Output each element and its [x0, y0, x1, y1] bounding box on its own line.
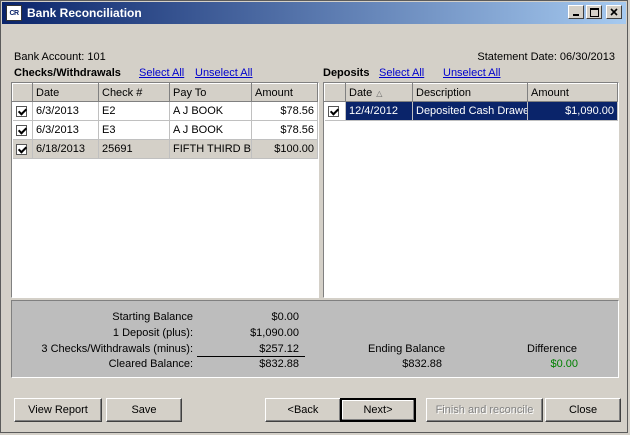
check-date: 6/3/2013	[32, 101, 99, 121]
deposits-col-description[interactable]: Description	[412, 83, 528, 102]
checkbox-checked-icon[interactable]	[327, 105, 339, 117]
cleared-balance-label: Cleared Balance:	[108, 358, 193, 370]
check-number: E2	[98, 101, 170, 121]
table-row[interactable]: 6/3/2013 E3 A J BOOK $78.56	[12, 120, 318, 140]
row-checkbox-cell[interactable]	[12, 120, 33, 140]
check-pay-to: A J BOOK	[169, 101, 252, 121]
deposits-col-amount[interactable]: Amount	[527, 83, 618, 102]
deposits-header-row: Date △ Description Amount	[324, 83, 618, 102]
maximize-icon[interactable]	[586, 5, 602, 19]
finish-and-reconcile-button: Finish and reconcile	[426, 398, 543, 422]
deposit-count-label: 1 Deposit (plus):	[112, 327, 193, 339]
deposit-total-value: $1,090.00	[250, 327, 299, 339]
deposits-grid[interactable]: Date △ Description Amount 12/4/2012 Depos…	[323, 82, 619, 298]
checks-section-title: Checks/Withdrawals	[14, 67, 121, 79]
view-report-button[interactable]: View Report	[14, 398, 102, 422]
deposits-col-select	[324, 83, 346, 102]
checks-select-all-link[interactable]: Select All	[139, 67, 184, 79]
checkbox-checked-icon[interactable]	[15, 105, 27, 117]
total-divider-line	[197, 356, 305, 357]
starting-balance-label: Starting Balance	[112, 311, 193, 323]
next-button[interactable]: Next>	[340, 398, 416, 422]
check-date: 6/3/2013	[32, 120, 99, 140]
sort-ascending-icon: △	[376, 88, 383, 98]
checks-count-label: 3 Checks/Withdrawals (minus):	[41, 343, 193, 355]
row-checkbox-cell[interactable]	[324, 101, 346, 121]
deposit-description: Deposited Cash Drawe	[412, 101, 528, 121]
checks-col-select	[12, 83, 33, 102]
back-button[interactable]: <Back	[265, 398, 341, 422]
check-number: 25691	[98, 139, 170, 159]
check-amount: $100.00	[251, 139, 318, 159]
title-bar[interactable]: CR Bank Reconciliation	[2, 2, 626, 24]
checks-total-value: $257.12	[259, 343, 299, 355]
difference-label: Difference	[527, 343, 577, 355]
checkbox-checked-icon[interactable]	[15, 143, 27, 155]
checks-col-date[interactable]: Date	[32, 83, 99, 102]
bank-reconciliation-window: CR Bank Reconciliation Bank Account: 101…	[0, 0, 628, 433]
check-pay-to: A J BOOK	[169, 120, 252, 140]
checks-unselect-all-link[interactable]: Unselect All	[195, 67, 252, 79]
window-title: Bank Reconciliation	[27, 6, 142, 20]
checks-grid[interactable]: Date Check # Pay To Amount 6/3/2013 E2 A…	[11, 82, 319, 298]
deposits-unselect-all-link[interactable]: Unselect All	[443, 67, 500, 79]
deposits-select-all-link[interactable]: Select All	[379, 67, 424, 79]
difference-value: $0.00	[550, 358, 578, 370]
check-amount: $78.56	[251, 120, 318, 140]
checks-col-pay-to[interactable]: Pay To	[169, 83, 252, 102]
minimize-icon[interactable]	[568, 5, 584, 19]
table-row[interactable]: 6/3/2013 E2 A J BOOK $78.56	[12, 101, 318, 121]
reconciliation-summary: Starting Balance $0.00 1 Deposit (plus):…	[11, 300, 619, 378]
app-icon: CR	[6, 5, 22, 21]
deposits-section-title: Deposits	[323, 67, 370, 79]
check-pay-to: FIFTH THIRD B	[169, 139, 252, 159]
cleared-balance-value: $832.88	[259, 358, 299, 370]
checks-col-check-number[interactable]: Check #	[98, 83, 170, 102]
checkbox-checked-icon[interactable]	[15, 124, 27, 136]
check-number: E3	[98, 120, 170, 140]
checks-col-amount[interactable]: Amount	[251, 83, 318, 102]
table-row[interactable]: 6/18/2013 25691 FIFTH THIRD B $100.00	[12, 139, 318, 159]
ending-balance-value: $832.88	[402, 358, 442, 370]
deposit-date: 12/4/2012	[345, 101, 413, 121]
check-amount: $78.56	[251, 101, 318, 121]
ending-balance-label: Ending Balance	[368, 343, 446, 355]
close-icon[interactable]	[606, 5, 622, 19]
deposit-amount: $1,090.00	[527, 101, 618, 121]
bank-account-label: Bank Account: 101	[14, 51, 106, 63]
starting-balance-value: $0.00	[271, 311, 299, 323]
statement-date-label: Statement Date: 06/30/2013	[477, 51, 615, 63]
deposits-col-date[interactable]: Date △	[345, 83, 413, 102]
row-checkbox-cell[interactable]	[12, 101, 33, 121]
row-checkbox-cell[interactable]	[12, 139, 33, 159]
checks-header-row: Date Check # Pay To Amount	[12, 83, 318, 102]
close-button[interactable]: Close	[545, 398, 621, 422]
save-button[interactable]: Save	[106, 398, 182, 422]
check-date: 6/18/2013	[32, 139, 99, 159]
table-row[interactable]: 12/4/2012 Deposited Cash Drawe $1,090.00	[324, 101, 618, 121]
